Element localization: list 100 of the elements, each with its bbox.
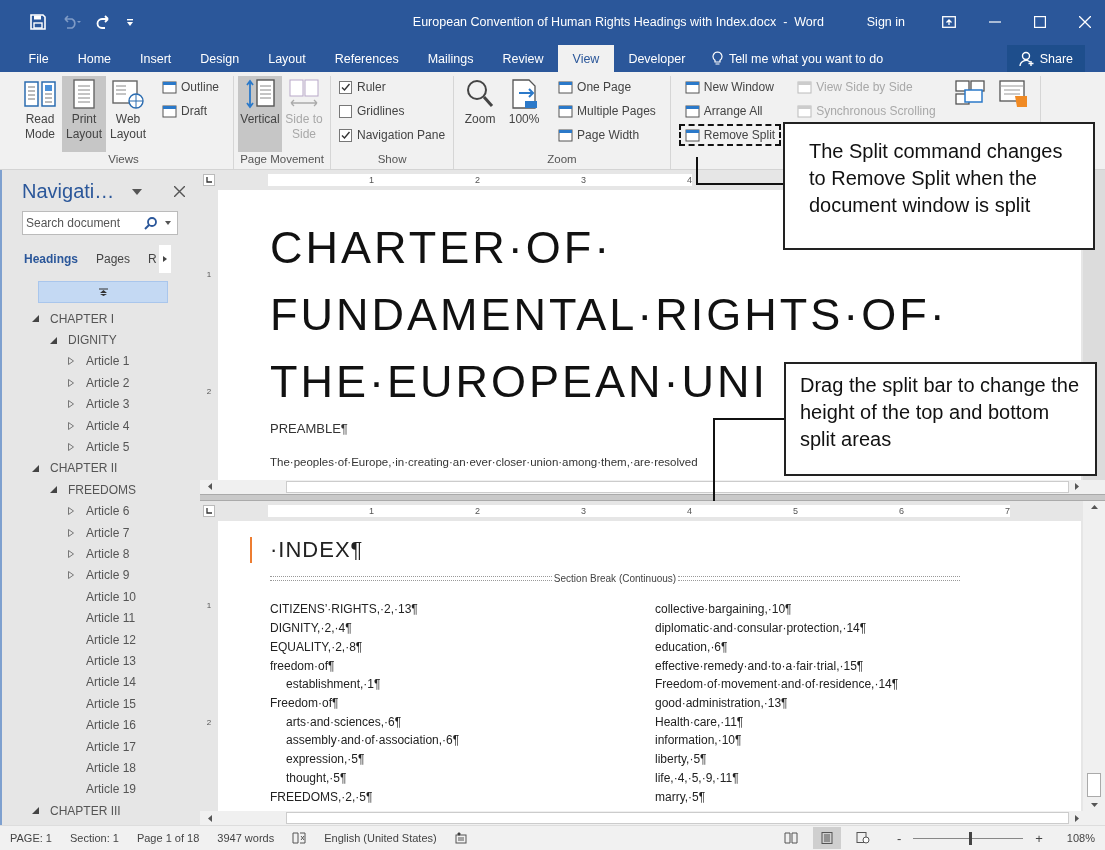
search-icon[interactable] (144, 216, 157, 230)
save-icon[interactable] (30, 14, 46, 30)
ribbon-button[interactable]: One Page (552, 76, 662, 98)
collapsed-triangle-icon[interactable] (68, 421, 74, 430)
view-button[interactable] (812, 827, 841, 849)
expanded-triangle-icon[interactable] (50, 336, 57, 344)
ribbon-tab[interactable]: References (320, 45, 414, 72)
collapsed-triangle-icon[interactable] (68, 571, 74, 580)
checkbox-label[interactable]: Navigation Pane (357, 128, 446, 142)
heading-item[interactable]: Article 2 (86, 375, 130, 390)
heading-item[interactable]: Article 10 (86, 589, 137, 604)
collapsed-triangle-icon[interactable] (68, 550, 74, 558)
checkbox[interactable] (339, 80, 353, 94)
ribbon-button[interactable]: Outline (156, 76, 226, 98)
heading-item[interactable]: DIGNITY (68, 333, 117, 348)
ribbon-button[interactable]: 100% (502, 76, 547, 152)
heading-item[interactable]: Article 9 (86, 568, 130, 583)
ribbon-button[interactable]: Draft (156, 100, 226, 122)
up-arrow-icon[interactable] (1090, 505, 1098, 510)
heading-item[interactable]: Article 6 (86, 504, 130, 519)
page-number[interactable]: PAGE: 1 (10, 832, 52, 844)
proofing-icon[interactable] (292, 832, 307, 844)
heading-item[interactable]: Article 17 (86, 739, 137, 754)
ribbon-button[interactable]: Multiple Pages (552, 100, 662, 122)
ribbon-tab[interactable]: View (558, 45, 614, 72)
macro-record-icon[interactable] (454, 832, 467, 844)
collapsed-triangle-icon[interactable] (68, 528, 74, 537)
ribbon-button[interactable]: New Window (678, 76, 782, 98)
collapsed-triangle-icon[interactable] (68, 507, 74, 516)
tab-stop-icon[interactable] (203, 505, 215, 518)
horizontal-scrollbar[interactable] (200, 811, 1105, 825)
left-arrow-icon[interactable] (208, 814, 212, 822)
ribbon-display-icon[interactable] (942, 16, 956, 28)
heading-item[interactable]: Article 3 (86, 397, 130, 412)
heading-item[interactable]: Article 7 (86, 525, 130, 540)
heading-item[interactable]: FREEDOMS (68, 482, 136, 497)
word-count[interactable]: 3947 words (217, 832, 275, 844)
close-icon[interactable] (174, 186, 186, 197)
expanded-triangle-icon[interactable] (50, 486, 57, 494)
tell-me-prompt[interactable]: Tell me what you want to do (728, 51, 884, 66)
down-arrow-icon[interactable] (1090, 803, 1098, 807)
right-arrow-icon[interactable] (1075, 483, 1079, 490)
checkbox-label[interactable]: Ruler (357, 80, 386, 94)
heading-item[interactable]: Article 5 (86, 440, 130, 455)
ribbon-tab[interactable]: Mailings (413, 45, 488, 72)
ribbon-tab[interactable]: Home (63, 45, 126, 72)
scroll-thumb[interactable] (1087, 773, 1101, 797)
zoom-out-button[interactable]: - (894, 830, 904, 846)
ribbon-button[interactable]: Web Layout (106, 76, 150, 152)
redo-icon[interactable] (96, 15, 112, 29)
checkbox[interactable] (339, 128, 353, 142)
ribbon-tab[interactable]: Layout (253, 45, 321, 72)
search-box[interactable]: Search document (22, 211, 178, 235)
heading-item[interactable]: Article 16 (86, 718, 137, 733)
ribbon-button[interactable]: Print Layout (62, 76, 106, 152)
collapsed-triangle-icon[interactable] (68, 357, 74, 366)
expanded-triangle-icon[interactable] (32, 807, 39, 815)
collapsed-triangle-icon[interactable] (68, 443, 74, 452)
ribbon-tab[interactable]: Review (488, 45, 558, 72)
ribbon-tab[interactable]: Design (185, 45, 254, 72)
section-number[interactable]: Section: 1 (70, 832, 119, 844)
ribbon-tab[interactable]: Insert (125, 45, 186, 72)
expanded-triangle-icon[interactable] (32, 464, 39, 472)
left-arrow-icon[interactable] (208, 483, 212, 490)
ribbon-button[interactable]: Arrange All (678, 100, 782, 122)
checkbox[interactable] (339, 104, 353, 118)
vertical-scrollbar[interactable] (1083, 501, 1105, 811)
collapsed-triangle-icon[interactable] (68, 400, 74, 409)
right-arrow-icon[interactable] (1075, 814, 1079, 822)
heading-item[interactable]: Article 15 (86, 696, 137, 711)
customize-icon[interactable] (126, 17, 134, 27)
pane-tab[interactable]: R (146, 246, 173, 272)
heading-item[interactable]: Article 14 (86, 675, 137, 690)
sign-in-link[interactable]: Sign in (866, 15, 905, 29)
ribbon-button[interactable]: Zoom (458, 76, 503, 152)
collapsed-triangle-icon[interactable] (68, 378, 74, 387)
heading-item[interactable]: Article 13 (86, 653, 137, 668)
ribbon-button[interactable]: Remove Split (678, 124, 782, 146)
heading-item[interactable]: Article 4 (86, 418, 130, 433)
scroll-right-button[interactable] (158, 245, 171, 273)
ribbon-tab[interactable]: File (14, 45, 64, 72)
heading-item[interactable]: Article 8 (86, 547, 130, 561)
heading-item[interactable]: CHAPTER II (50, 461, 118, 476)
ribbon-button[interactable]: Read Mode (18, 76, 62, 152)
caret-icon[interactable] (165, 221, 171, 225)
ribbon-button[interactable]: Vertical (238, 76, 283, 152)
tab-stop-icon[interactable] (203, 174, 215, 186)
ribbon-tab[interactable]: Developer (613, 45, 700, 72)
heading-item[interactable]: Article 12 (86, 632, 137, 647)
heading-item[interactable]: Article 18 (86, 760, 137, 775)
language[interactable]: English (United States) (324, 832, 437, 844)
expanded-triangle-icon[interactable] (32, 315, 39, 323)
heading-item[interactable]: Article 1 (86, 354, 130, 369)
heading-item[interactable]: CHAPTER I (50, 311, 114, 326)
zoom-in-button[interactable]: + (1033, 830, 1045, 846)
ribbon-button[interactable]: Page Width (552, 124, 662, 146)
heading-item[interactable]: Article 11 (86, 611, 136, 626)
share-button[interactable]: Share (1006, 45, 1085, 72)
zoom-level[interactable]: 108% (1066, 832, 1095, 844)
heading-item[interactable]: Article 19 (86, 782, 137, 797)
